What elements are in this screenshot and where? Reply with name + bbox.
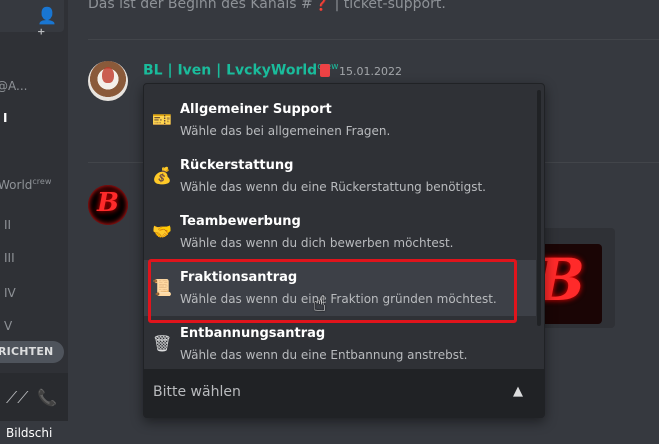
chevron-up-icon[interactable]: ▲ (513, 384, 523, 399)
noise-suppression-icon[interactable]: ⟋⟋ (6, 388, 28, 408)
select-input[interactable]: Bitte wählen ▲ (144, 369, 544, 417)
sidebar-item-i[interactable]: I (3, 111, 7, 125)
option-rueckerstattung[interactable]: 💰 Rückerstattung Wähle das wenn du eine … (144, 148, 536, 204)
hand-pointer-icon: ☝ (313, 292, 327, 317)
divider (88, 39, 659, 40)
message-author[interactable]: BL | Iven | LvckyWorldcrew (143, 62, 339, 79)
ticket-icon: 🎫 (152, 110, 172, 129)
option-description: Wähle das wenn du eine Entbannung anstre… (180, 348, 468, 362)
option-label: Fraktionsantrag (180, 270, 298, 285)
option-label: Allgemeiner Support (180, 102, 332, 117)
option-description: Wähle das wenn du eine Rückerstattung be… (180, 180, 486, 194)
trash-can-icon: 🗑 (152, 334, 173, 353)
channel-sidebar: 👤⁺ - @A... I Worldcrew II III IV V RICHT… (0, 0, 68, 444)
option-teambewerbung[interactable]: 🤝 Teambewerbung Wähle das wenn du dich b… (144, 204, 536, 260)
ticket-select-menu: 🎫 Allgemeiner Support Wähle das bei allg… (143, 83, 545, 418)
option-fraktionsantrag[interactable]: 📜 Fraktionsantrag Wähle das wenn du eine… (144, 260, 536, 316)
sidebar-item-ii[interactable]: II (4, 218, 11, 232)
sidebar-item-v[interactable]: V (4, 319, 12, 333)
dropdown-scrollbar[interactable] (537, 90, 541, 326)
sidebar-item-world[interactable]: Worldcrew (0, 177, 51, 192)
role-badge-icon (320, 64, 330, 77)
option-label: Entbannungsantrag (180, 326, 326, 341)
add-member-button[interactable]: 👤⁺ (0, 0, 64, 44)
option-label: Teambewerbung (180, 214, 301, 229)
jump-to-present-pill[interactable]: RICHTEN (0, 341, 64, 363)
add-user-icon: 👤⁺ (37, 6, 57, 44)
option-description: Wähle das wenn du eine Fraktion gründen … (180, 292, 497, 306)
avatar[interactable] (88, 61, 128, 101)
disconnect-call-icon[interactable]: 📞 (37, 388, 57, 407)
screen-share-button[interactable]: Bildschi (0, 421, 68, 444)
sidebar-item-iv[interactable]: IV (4, 286, 16, 300)
option-description: Wähle das bei allgemeinen Fragen. (180, 124, 391, 138)
option-label: Rückerstattung (180, 158, 294, 173)
select-placeholder: Bitte wählen (153, 384, 241, 400)
handshake-icon: 🤝 (152, 222, 172, 241)
money-bag-icon: 💰 (152, 166, 172, 185)
sidebar-item-iii[interactable]: III (4, 251, 15, 265)
sidebar-item-mention[interactable]: @A... (0, 79, 27, 93)
message-timestamp: 15.01.2022 (339, 65, 402, 78)
option-entbannungsantrag[interactable]: 🗑 Entbannungsantrag Wähle das wenn du ei… (144, 316, 536, 372)
option-allgemeiner-support[interactable]: 🎫 Allgemeiner Support Wähle das bei allg… (144, 92, 536, 148)
bot-avatar[interactable]: B (88, 185, 128, 225)
channel-intro-text: Das ist der Beginn des Kanals #❓ | ticke… (88, 0, 446, 12)
scroll-icon: 📜 (152, 278, 172, 297)
option-description: Wähle das wenn du dich bewerben möchtest… (180, 236, 454, 250)
